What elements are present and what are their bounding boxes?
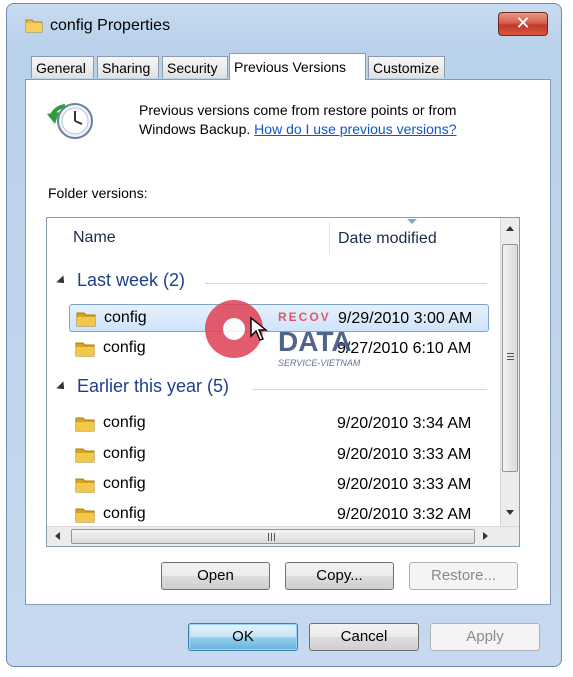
folder-versions-label: Folder versions: <box>48 185 148 201</box>
versions-list[interactable]: Name Date modified Last week (2) config … <box>46 217 520 547</box>
group-header-last-week[interactable]: Last week (2) <box>56 270 186 291</box>
scroll-down-icon[interactable] <box>506 510 514 515</box>
scroll-up-icon[interactable] <box>506 226 514 231</box>
list-item[interactable]: config 9/20/2010 3:32 AM <box>69 501 489 529</box>
column-header-date-modified[interactable]: Date modified <box>338 219 437 261</box>
item-date: 9/20/2010 3:34 AM <box>337 415 472 432</box>
vertical-scroll-thumb[interactable] <box>502 244 518 472</box>
item-name: config <box>104 309 147 326</box>
column-header-name[interactable]: Name <box>73 218 116 260</box>
list-item[interactable]: config 9/20/2010 3:34 AM <box>69 410 489 438</box>
folder-icon <box>75 417 95 432</box>
item-date: 9/20/2010 3:32 AM <box>337 506 472 523</box>
tab-security[interactable]: Security <box>162 56 228 78</box>
folder-icon <box>75 448 95 463</box>
group-divider <box>253 389 487 390</box>
column-separator[interactable] <box>329 222 330 254</box>
item-name: config <box>103 505 146 522</box>
window-title: config Properties <box>50 17 171 34</box>
group-divider <box>205 283 487 284</box>
watermark-tagline: SERVICE-VIETNAM <box>278 358 361 368</box>
folder-icon <box>75 478 95 493</box>
folder-icon <box>25 19 43 33</box>
restore-button[interactable]: Restore... <box>409 562 518 590</box>
group-label: Last week (2) <box>77 270 186 290</box>
tab-general[interactable]: General <box>31 56 94 78</box>
list-item[interactable]: config 9/20/2010 3:33 AM <box>69 471 489 499</box>
item-date: 9/20/2010 3:33 AM <box>337 446 472 463</box>
folder-icon <box>75 508 95 523</box>
restore-clock-icon <box>47 103 93 139</box>
tab-customize[interactable]: Customize <box>368 56 445 78</box>
mouse-pointer-icon <box>250 316 268 341</box>
scroll-right-icon[interactable] <box>483 532 488 540</box>
folder-icon <box>76 312 96 327</box>
scroll-left-icon[interactable] <box>55 532 60 540</box>
horizontal-scrollbar[interactable] <box>47 526 519 546</box>
folder-icon <box>75 342 95 357</box>
info-text: Previous versions come from restore poin… <box>139 101 499 139</box>
watermark-data: DATA <box>278 326 352 357</box>
watermark-brand: RECOV <box>278 310 331 324</box>
item-name: config <box>103 475 146 492</box>
item-name: config <box>103 339 146 356</box>
close-icon: ✕ <box>515 13 531 34</box>
apply-button[interactable]: Apply <box>430 623 540 651</box>
close-button[interactable]: ✕ <box>498 12 548 36</box>
item-name: config <box>103 445 146 462</box>
vertical-scrollbar[interactable] <box>500 218 519 527</box>
ok-button[interactable]: OK <box>188 623 298 651</box>
tab-sharing[interactable]: Sharing <box>97 56 159 78</box>
tab-previous-versions[interactable]: Previous Versions <box>229 53 366 80</box>
grip-icon <box>507 353 514 354</box>
item-name: config <box>103 414 146 431</box>
collapse-arrow-icon <box>56 275 68 287</box>
open-button[interactable]: Open <box>161 562 270 590</box>
item-date: 9/20/2010 3:33 AM <box>337 476 472 493</box>
group-header-earlier-this-year[interactable]: Earlier this year (5) <box>56 376 229 397</box>
help-link[interactable]: How do I use previous versions? <box>254 121 456 137</box>
cancel-button[interactable]: Cancel <box>309 623 419 651</box>
list-item[interactable]: config 9/20/2010 3:33 AM <box>69 441 489 469</box>
grip-icon <box>268 533 269 541</box>
copy-button[interactable]: Copy... <box>285 562 394 590</box>
horizontal-scroll-thumb[interactable] <box>71 529 475 544</box>
watermark-logo: RECOV DATA SERVICE-VIETNAM <box>205 300 385 380</box>
collapse-arrow-icon <box>56 381 68 393</box>
